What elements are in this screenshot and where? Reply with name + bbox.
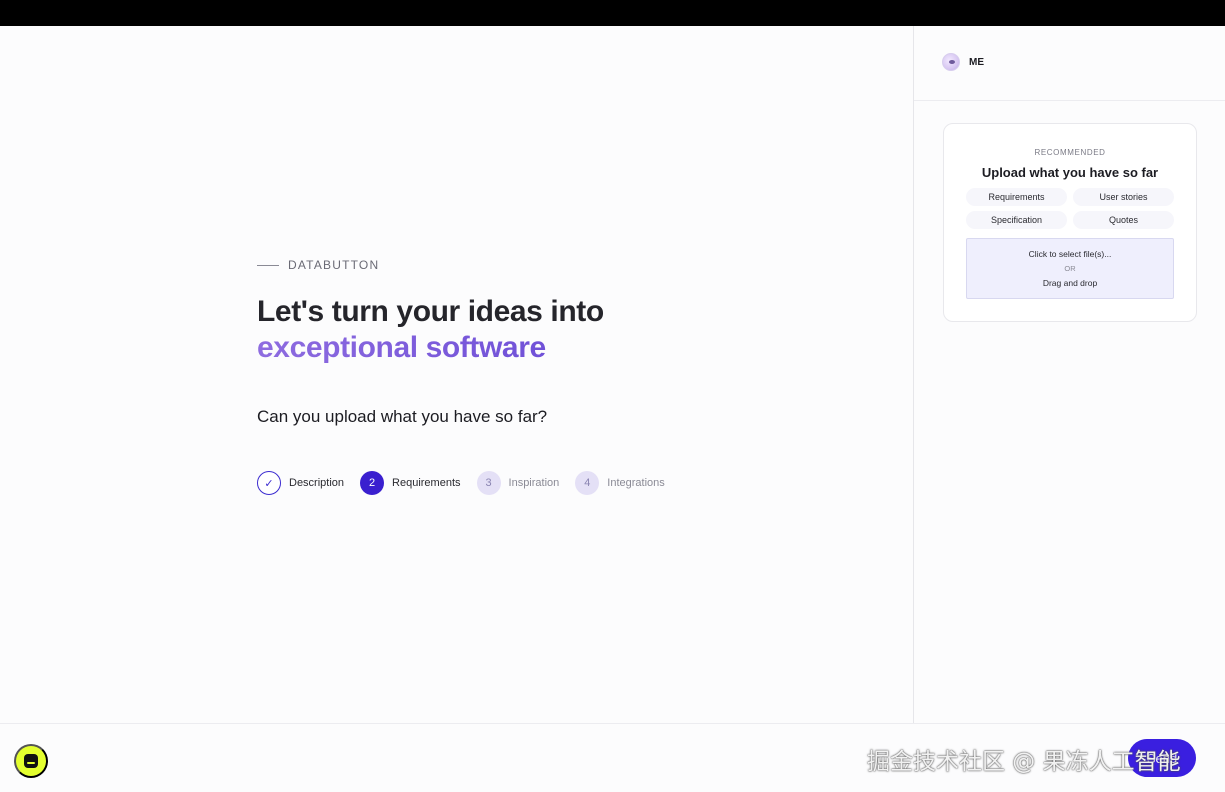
page-headline: Let's turn your ideas into exceptional s… — [257, 294, 604, 366]
chip-specification[interactable]: Specification — [966, 211, 1067, 229]
avatar — [942, 53, 960, 71]
step-label: Integrations — [607, 477, 665, 489]
panel-divider — [914, 100, 1225, 101]
step-requirements[interactable]: 2 Requirements — [360, 471, 461, 495]
side-panel: ME RECOMMENDED Upload what you have so f… — [913, 26, 1225, 723]
chip-user-stories[interactable]: User stories — [1073, 188, 1174, 206]
step-label: Inspiration — [508, 477, 560, 489]
document-type-chips: Requirements User stories Specification … — [966, 188, 1174, 229]
file-dropzone[interactable]: Click to select file(s)... OR Drag and d… — [966, 238, 1174, 299]
recommended-label: RECOMMENDED — [1034, 148, 1106, 157]
step-label: Description — [289, 477, 345, 489]
check-icon: ✓ — [257, 471, 281, 495]
bottom-bar: Send 掘金技术社区 @ 果冻人工智能 — [0, 723, 1225, 792]
upload-card-title: Upload what you have so far — [981, 165, 1159, 180]
step-number: 4 — [575, 471, 600, 495]
brand-name: DATABUTTON — [288, 258, 380, 272]
upload-card: RECOMMENDED Upload what you have so far … — [943, 123, 1197, 322]
step-number: 3 — [476, 471, 501, 495]
user-label: ME — [969, 56, 984, 68]
headline-line-1: Let's turn your ideas into — [257, 295, 604, 328]
eyebrow-divider — [257, 264, 279, 266]
step-label: Requirements — [392, 477, 461, 489]
brand-eyebrow: DATABUTTON — [257, 258, 379, 272]
step-inspiration[interactable]: 3 Inspiration — [476, 471, 560, 495]
select-files-text: Click to select file(s)... — [1028, 249, 1112, 259]
prompt-question: Can you upload what you have so far? — [257, 407, 548, 426]
step-number: 2 — [360, 471, 385, 495]
headline-line-2: exceptional software — [257, 330, 604, 366]
user-row[interactable]: ME — [942, 53, 984, 71]
chat-launcher-button[interactable] — [14, 744, 48, 778]
window-top-bar — [0, 0, 1225, 26]
chip-requirements[interactable]: Requirements — [966, 188, 1067, 206]
main-content: DATABUTTON Let's turn your ideas into ex… — [0, 26, 913, 723]
chat-bubble-icon — [24, 754, 38, 768]
watermark: 掘金技术社区 @ 果冻人工智能 — [867, 749, 1181, 775]
progress-steps: ✓ Description 2 Requirements 3 Inspirati… — [257, 471, 681, 495]
or-separator: OR — [1064, 264, 1076, 273]
chip-quotes[interactable]: Quotes — [1073, 211, 1174, 229]
step-integrations[interactable]: 4 Integrations — [575, 471, 665, 495]
drag-drop-text: Drag and drop — [1042, 278, 1098, 288]
step-description[interactable]: ✓ Description — [257, 471, 344, 495]
